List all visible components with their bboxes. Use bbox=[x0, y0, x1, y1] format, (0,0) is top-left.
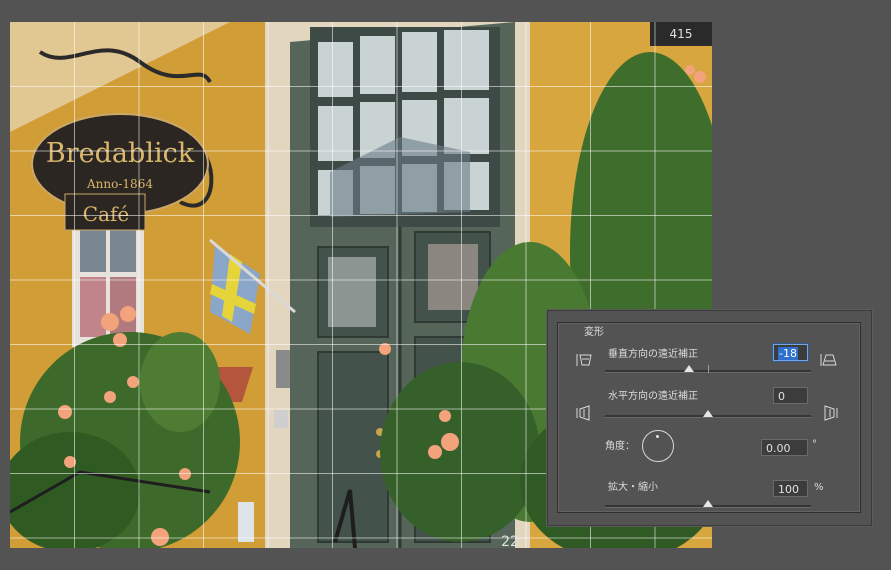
horizontal-perspective-label: 水平方向の遠近補正 bbox=[608, 391, 698, 402]
sign-cafe-text: Café bbox=[83, 202, 129, 226]
horizontal-perspective-right-icon[interactable] bbox=[822, 405, 838, 421]
vertical-perspective-slider-thumb[interactable] bbox=[684, 365, 695, 372]
horizontal-perspective-slider-thumb[interactable] bbox=[703, 410, 713, 417]
transform-panel: 変形 垂直方向の遠近補正 -18 水平方向の遠近補正 0 角度： 0.00 ° … bbox=[547, 310, 872, 526]
horizontal-perspective-field[interactable]: 0 bbox=[773, 387, 808, 404]
scale-slider-thumb[interactable] bbox=[703, 500, 713, 507]
vertical-perspective-left-icon[interactable] bbox=[576, 353, 594, 367]
vertical-perspective-label: 垂直方向の遠近補正 bbox=[608, 349, 698, 360]
angle-dial[interactable] bbox=[642, 430, 674, 462]
scale-unit: % bbox=[814, 482, 824, 493]
angle-unit: ° bbox=[812, 439, 817, 450]
sign-tagline-text: Anno-1864 bbox=[86, 177, 153, 191]
sign-name-text: Bredablick bbox=[46, 138, 195, 169]
scale-label: 拡大・縮小 bbox=[608, 482, 658, 493]
transform-group-title: 変形 bbox=[581, 327, 607, 339]
horizontal-perspective-left-icon[interactable] bbox=[576, 405, 592, 421]
angle-label: 角度： bbox=[605, 441, 635, 452]
vertical-perspective-field[interactable]: -18 bbox=[773, 344, 808, 361]
scale-field[interactable]: 100 bbox=[773, 480, 808, 497]
house-number-text: 415 bbox=[670, 27, 693, 41]
transform-group-box: 変形 垂直方向の遠近補正 -18 水平方向の遠近補正 0 角度： 0.00 ° … bbox=[557, 322, 861, 513]
angle-field[interactable]: 0.00 bbox=[761, 439, 808, 456]
vertical-perspective-right-icon[interactable] bbox=[820, 353, 838, 367]
angle-dial-indicator bbox=[656, 435, 659, 438]
vertical-perspective-center-tick bbox=[708, 365, 709, 373]
door-number-text: 22 bbox=[501, 534, 519, 548]
